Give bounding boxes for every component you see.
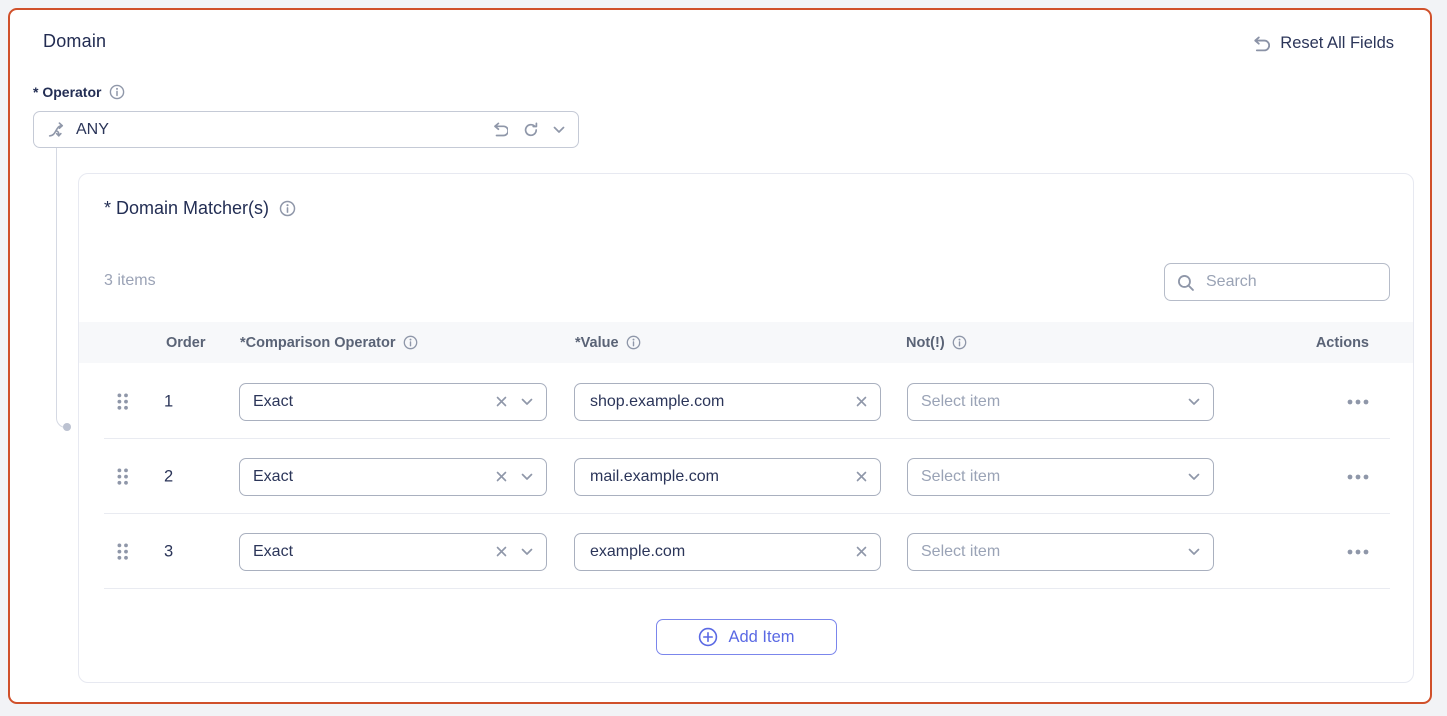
value-input-wrapper [574, 458, 881, 496]
not-select[interactable]: Select item [907, 383, 1214, 421]
table-header-row: Order *Comparison Operator *Value Not(!) [79, 322, 1413, 363]
undo-icon[interactable] [491, 122, 508, 137]
chevron-down-icon[interactable] [1188, 473, 1200, 481]
not-select-placeholder: Select item [921, 468, 1000, 486]
chevron-down-icon[interactable] [1188, 398, 1200, 406]
operator-select[interactable]: ANY [33, 111, 579, 148]
clear-x-icon[interactable] [496, 471, 507, 482]
drag-handle-icon[interactable] [117, 393, 129, 411]
info-icon[interactable] [279, 200, 296, 217]
value-input[interactable] [588, 392, 856, 412]
comparison-operator-select[interactable]: Exact [239, 533, 547, 571]
column-header-actions: Actions [1316, 322, 1369, 363]
comparison-operator-select[interactable]: Exact [239, 458, 547, 496]
add-item-button[interactable]: Add Item [656, 619, 837, 655]
comparison-operator-value: Exact [253, 393, 293, 411]
info-icon[interactable] [952, 335, 967, 350]
table-row: 1 Exact [79, 364, 1413, 439]
info-icon[interactable] [109, 84, 125, 100]
clear-x-icon[interactable] [496, 396, 507, 407]
drag-handle-icon[interactable] [117, 468, 129, 486]
plus-circle-icon [698, 627, 718, 647]
items-count-label: 3 items [104, 272, 156, 290]
column-header-not: Not(!) [906, 322, 967, 363]
value-input[interactable] [588, 542, 856, 562]
undo-icon [1250, 36, 1270, 52]
not-select-placeholder: Select item [921, 393, 1000, 411]
order-cell: 2 [164, 467, 173, 486]
reset-all-fields-label: Reset All Fields [1280, 34, 1394, 53]
drag-handle-icon[interactable] [117, 543, 129, 561]
operator-selected-value: ANY [76, 121, 109, 139]
comparison-operator-value: Exact [253, 543, 293, 561]
order-cell: 3 [164, 542, 173, 561]
column-header-order: Order [166, 322, 206, 363]
reset-all-fields-button[interactable]: Reset All Fields [1250, 34, 1394, 53]
operator-label-text: * Operator [33, 84, 101, 100]
chevron-down-icon[interactable] [521, 548, 533, 556]
column-header-value: *Value [575, 322, 641, 363]
comparison-operator-value: Exact [253, 468, 293, 486]
not-select[interactable]: Select item [907, 533, 1214, 571]
clear-x-icon[interactable] [496, 546, 507, 557]
operator-field-label: * Operator [33, 84, 125, 100]
search-input-wrapper[interactable] [1164, 263, 1390, 301]
chevron-down-icon[interactable] [521, 473, 533, 481]
chevron-down-icon[interactable] [553, 126, 565, 134]
page-title: Domain [43, 31, 106, 52]
value-input-wrapper [574, 533, 881, 571]
value-input-wrapper [574, 383, 881, 421]
clear-x-icon[interactable] [856, 471, 867, 482]
tree-connector-line [56, 148, 70, 428]
row-actions-button[interactable] [1347, 548, 1369, 555]
value-input[interactable] [588, 467, 856, 487]
tree-connector-dot [63, 423, 71, 431]
table-row: 2 Exact [79, 439, 1413, 514]
domain-matchers-panel: * Domain Matcher(s) 3 items Order *Compa… [78, 173, 1414, 683]
domain-matchers-title: * Domain Matcher(s) [104, 198, 296, 219]
chevron-down-icon[interactable] [521, 398, 533, 406]
clear-x-icon[interactable] [856, 396, 867, 407]
not-select-placeholder: Select item [921, 543, 1000, 561]
info-icon[interactable] [626, 335, 641, 350]
refresh-icon[interactable] [523, 122, 538, 137]
domain-form-card: Domain Reset All Fields * Operator ANY [8, 8, 1432, 704]
domain-matchers-title-text: * Domain Matcher(s) [104, 198, 269, 219]
search-input[interactable] [1204, 272, 1377, 292]
info-icon[interactable] [403, 335, 418, 350]
clear-x-icon[interactable] [856, 546, 867, 557]
add-item-label: Add Item [728, 628, 794, 647]
comparison-operator-select[interactable]: Exact [239, 383, 547, 421]
column-header-comparison-operator: *Comparison Operator [240, 322, 418, 363]
not-select[interactable]: Select item [907, 458, 1214, 496]
chevron-down-icon[interactable] [1188, 548, 1200, 556]
row-actions-button[interactable] [1347, 473, 1369, 480]
row-actions-button[interactable] [1347, 398, 1369, 405]
branch-icon [47, 121, 65, 138]
search-icon [1177, 274, 1194, 291]
order-cell: 1 [164, 392, 173, 411]
table-row: 3 Exact [79, 514, 1413, 589]
